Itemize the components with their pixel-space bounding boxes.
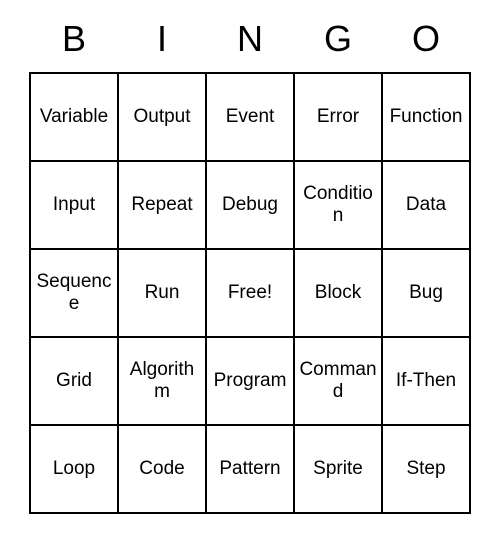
- header-letter-b: B: [30, 18, 118, 60]
- bingo-header-row: B I N G O: [30, 18, 470, 60]
- bingo-cell[interactable]: Function: [382, 73, 470, 161]
- bingo-cell[interactable]: Event: [206, 73, 294, 161]
- bingo-cell[interactable]: Debug: [206, 161, 294, 249]
- bingo-cell[interactable]: Data: [382, 161, 470, 249]
- bingo-cell[interactable]: Run: [118, 249, 206, 337]
- bingo-cell[interactable]: If-Then: [382, 337, 470, 425]
- header-letter-g: G: [294, 18, 382, 60]
- bingo-cell[interactable]: Program: [206, 337, 294, 425]
- bingo-cell[interactable]: Code: [118, 425, 206, 513]
- bingo-grid: Variable Output Event Error Function Inp…: [29, 72, 471, 514]
- bingo-cell[interactable]: Input: [30, 161, 118, 249]
- bingo-cell[interactable]: Condition: [294, 161, 382, 249]
- bingo-cell[interactable]: Bug: [382, 249, 470, 337]
- header-letter-o: O: [382, 18, 470, 60]
- bingo-cell[interactable]: Output: [118, 73, 206, 161]
- header-letter-i: I: [118, 18, 206, 60]
- bingo-cell[interactable]: Loop: [30, 425, 118, 513]
- bingo-cell[interactable]: Variable: [30, 73, 118, 161]
- bingo-cell[interactable]: Repeat: [118, 161, 206, 249]
- bingo-cell[interactable]: Sequence: [30, 249, 118, 337]
- bingo-cell[interactable]: Command: [294, 337, 382, 425]
- header-letter-n: N: [206, 18, 294, 60]
- bingo-cell[interactable]: Step: [382, 425, 470, 513]
- bingo-cell[interactable]: Pattern: [206, 425, 294, 513]
- bingo-cell[interactable]: Block: [294, 249, 382, 337]
- bingo-cell-free[interactable]: Free!: [206, 249, 294, 337]
- bingo-cell[interactable]: Grid: [30, 337, 118, 425]
- bingo-cell[interactable]: Algorithm: [118, 337, 206, 425]
- bingo-cell[interactable]: Sprite: [294, 425, 382, 513]
- bingo-cell[interactable]: Error: [294, 73, 382, 161]
